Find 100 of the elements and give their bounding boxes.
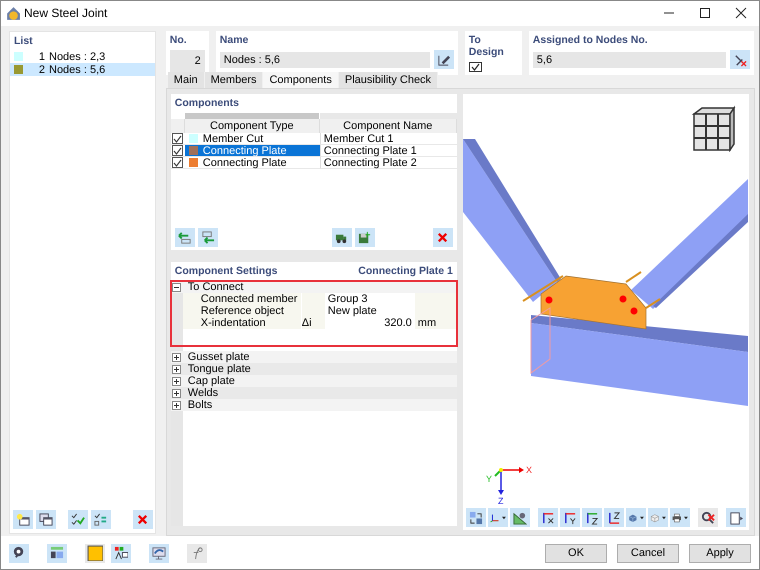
checkbox[interactable] [172,157,183,168]
view-z-button[interactable] [582,508,602,527]
nodes-field[interactable]: 5,6 [532,52,726,68]
monitor-icon [152,546,166,560]
select-button[interactable] [466,508,486,527]
display-properties-button[interactable] [111,544,131,562]
caret-icon [662,516,666,520]
tab[interactable]: Members [204,72,264,88]
field-label: No. [170,34,188,46]
expand-icon[interactable] [172,388,182,398]
table-cell: Connecting Plate 2 [320,157,457,169]
name-field[interactable]: Nodes : 5,6 [220,52,430,68]
solid-box-button[interactable] [626,508,646,527]
field-label: To Design [468,34,505,58]
app-logo-icon [5,5,21,21]
property-label: Connected member [182,293,301,305]
checkbox[interactable] [172,145,183,156]
help-icon [12,546,26,560]
property-value[interactable]: Group 3 [324,293,415,305]
group-label[interactable]: Welds [182,387,218,399]
check-all-button[interactable] [68,510,88,529]
insert-before-button[interactable] [174,228,195,247]
dialog-button[interactable]: Apply [689,544,751,562]
insert-before-icon [178,230,192,244]
property-value[interactable]: New plate [324,305,415,317]
display-properties-icon [114,546,128,560]
view-x-icon [540,510,555,524]
list-item[interactable]: 1 Nodes : 2,3 [10,50,155,63]
group-label[interactable]: Cap plate [182,375,235,387]
color-swatch-button[interactable] [85,544,105,562]
window-title: New Steel Joint [24,6,108,20]
checkbox[interactable] [172,133,183,144]
insert-after-button[interactable] [198,228,218,247]
check-all-icon [71,512,85,526]
windows-button[interactable] [36,510,56,529]
pick-button[interactable] [730,50,750,69]
item-number: 1 [38,50,45,62]
view-neg-z-icon [606,510,621,524]
view-y-icon [562,510,577,524]
checkmark-icon [470,63,480,71]
panel-icon [728,510,743,524]
monitor-button[interactable] [149,544,169,562]
table-cell: Connecting Plate 1 [320,145,457,157]
symbol: Δi [300,317,325,329]
expand-icon[interactable] [172,352,182,362]
tab[interactable]: Main [168,72,205,88]
property-value[interactable]: 320.0 [324,317,415,329]
disk-button[interactable] [354,228,375,247]
tab[interactable]: Plausibility Check [338,72,438,88]
new-window-button[interactable] [13,510,33,529]
color-swatch-icon [87,545,103,561]
edit-button[interactable] [434,50,454,69]
header-corner [170,119,185,133]
print-icon [672,510,681,524]
measure-button[interactable] [510,508,530,527]
help-button[interactable] [9,544,29,562]
view-y-button[interactable] [560,508,580,527]
list-item[interactable]: 2 Nodes : 5,6 [10,63,155,76]
view-neg-z-button[interactable] [604,508,624,527]
expand-icon[interactable] [172,364,182,374]
component-type-cell[interactable]: Connecting Plate [184,157,320,169]
formula-button[interactable] [187,544,207,562]
checkbox[interactable] [468,62,482,72]
truck-button[interactable] [332,228,352,247]
caret-icon [684,516,688,520]
dialog-button[interactable]: Cancel [617,544,679,562]
expand-icon[interactable] [172,376,182,386]
check-swap-icon [94,512,108,526]
view-cube-icon[interactable] [690,104,738,152]
section-title: Component Settings [174,265,278,277]
delete-button[interactable] [432,228,453,247]
print-button[interactable] [670,508,690,527]
component-type-cell[interactable]: Connecting Plate [184,145,320,157]
panel-button[interactable] [726,508,746,527]
zoom-reset-button[interactable] [698,508,718,527]
axes-button[interactable] [488,508,508,527]
section-title: Components [174,96,240,111]
measure-icon [512,510,527,524]
caret-icon [640,516,644,520]
delete-button[interactable] [132,510,153,529]
check-swap-button[interactable] [91,510,111,529]
item-label: Nodes : 2,3 [49,50,106,62]
view-x-button[interactable] [538,508,558,527]
axis-label: Y [486,474,492,484]
panel-title: List [13,34,34,49]
units-button[interactable] [47,544,67,562]
windows-icon [39,512,53,526]
item-number: 2 [38,64,45,76]
expand-icon[interactable] [172,400,182,410]
delete-icon [436,230,450,244]
unit: mm [414,317,457,329]
item-label: Nodes : 5,6 [49,64,106,76]
collapse-icon[interactable] [172,282,182,292]
dialog-button[interactable]: OK [545,544,607,562]
tab[interactable]: Components [263,72,339,88]
select-icon [468,510,483,524]
component-title: Connecting Plate 1 [358,265,453,277]
number-field[interactable]: 2 [170,50,205,72]
field-label: Name [220,34,250,46]
group-label[interactable]: Bolts [182,399,212,411]
